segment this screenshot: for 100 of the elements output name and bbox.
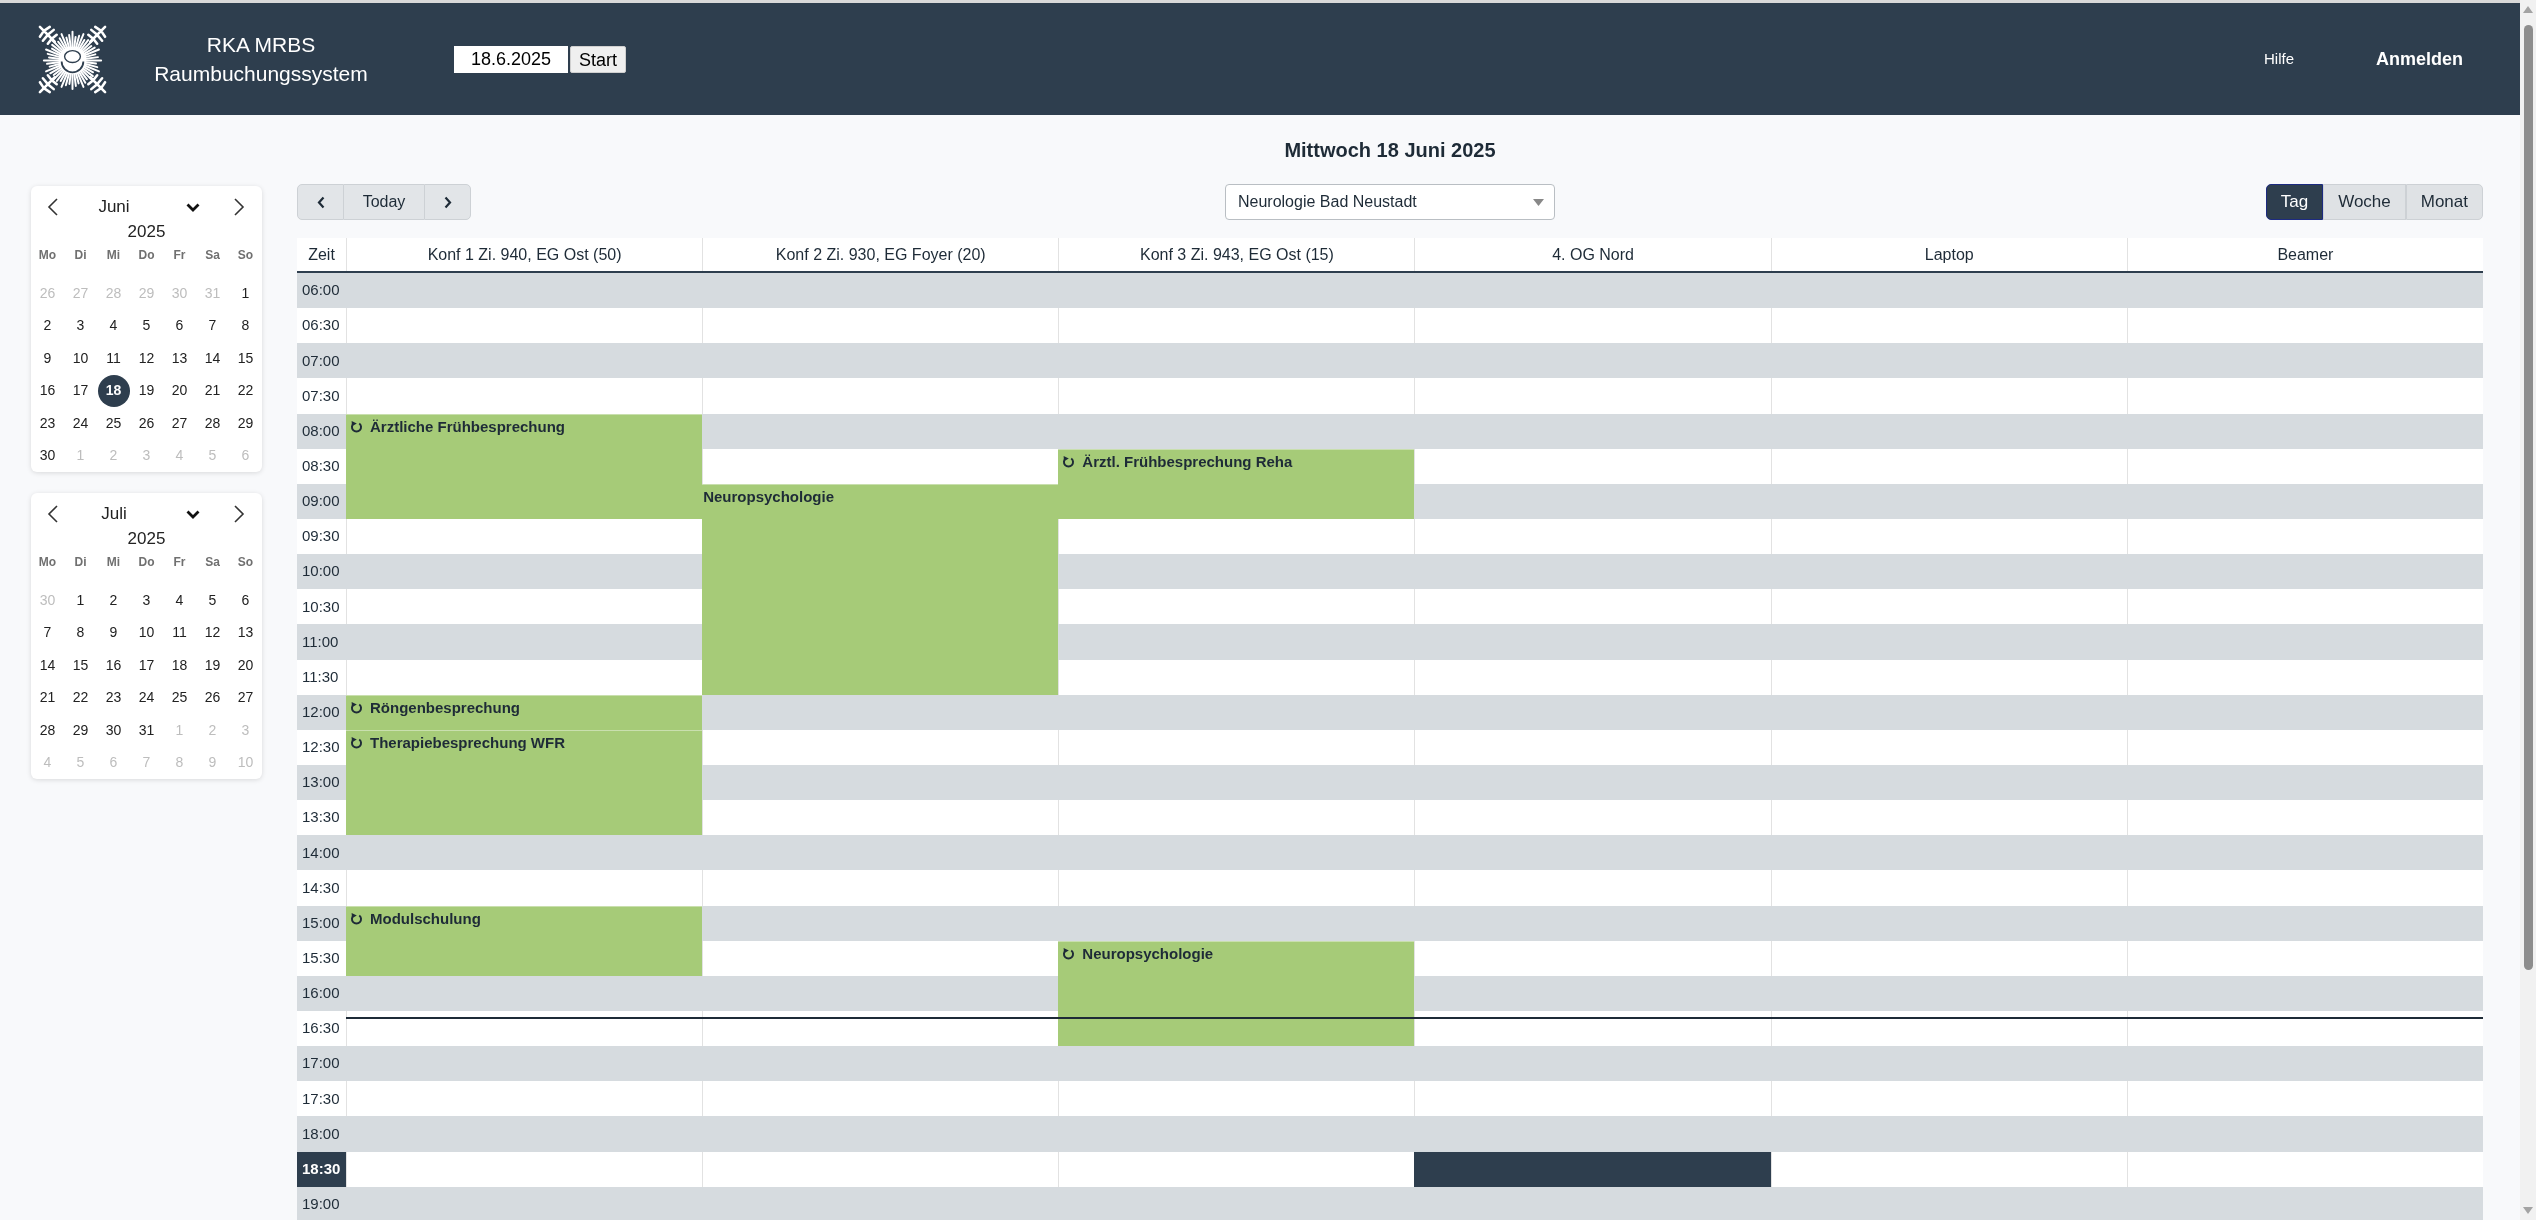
booking[interactable]: Ärztl. Frühbesprechung Reha [1058,448,1415,519]
calendar-day[interactable]: 21 [31,681,64,714]
calendar-day[interactable]: 9 [97,616,130,649]
calendar-day[interactable]: 22 [229,374,262,407]
calendar-day[interactable]: 5 [130,309,163,342]
calendar-day[interactable]: 18 [163,649,196,682]
calendar-day[interactable]: 12 [130,342,163,375]
calendar-day[interactable]: 30 [31,439,64,472]
booking[interactable]: Therapiebesprechung WFR [346,729,703,836]
calendar-day[interactable]: 1 [229,277,262,310]
date-field[interactable]: 18.6.2025 [454,45,568,73]
calendar-day[interactable]: 23 [97,681,130,714]
calendar-day[interactable]: 10 [130,616,163,649]
calendar-day[interactable]: 17 [64,374,97,407]
calendar-day[interactable]: 2 [31,309,64,342]
view-tab[interactable]: Woche [2323,184,2406,220]
view-tab[interactable]: Monat [2405,184,2483,220]
calendar-day[interactable]: 24 [64,407,97,440]
weekday-label: Di [74,554,87,571]
column-header[interactable]: 4. OG Nord [1414,238,1771,271]
next-day-button[interactable] [424,184,471,220]
highlighted-slot[interactable] [1414,1151,1771,1187]
weekday-label: Do [138,554,155,571]
calendar-day[interactable]: 29 [229,407,262,440]
today-button[interactable]: Today [344,184,424,220]
calendar-day[interactable]: 12 [196,616,229,649]
calendar-day[interactable]: 7 [31,616,64,649]
chevron-right-icon[interactable] [233,504,245,524]
calendar-day[interactable]: 1 [64,584,97,617]
calendar-day[interactable]: 26 [130,407,163,440]
calendar-day[interactable]: 4 [97,309,130,342]
calendar-day[interactable]: 8 [229,309,262,342]
scrollbar-thumb[interactable] [2523,25,2533,970]
calendar-day[interactable]: 15 [229,342,262,375]
column-header[interactable]: Beamer [2126,238,2483,271]
calendar-day[interactable]: 25 [163,681,196,714]
calendar-day[interactable]: 19 [130,374,163,407]
calendar-day[interactable]: 5 [196,584,229,617]
chevron-right-icon[interactable] [233,197,245,217]
calendar-day[interactable]: 25 [97,407,130,440]
area-select[interactable]: Neurologie Bad Neustadt [1225,184,1555,220]
arrow-up-icon[interactable] [2523,6,2533,13]
calendar-day[interactable]: 6 [163,309,196,342]
column-header[interactable]: Konf 1 Zi. 940, EG Ost (50) [346,238,703,271]
scrollbar[interactable] [2520,0,2536,1220]
start-button[interactable]: Start [570,45,626,73]
calendar-day[interactable]: 20 [163,374,196,407]
weekday-label: Mi [106,554,121,571]
previous-day-button[interactable] [297,184,344,220]
booking[interactable]: Röngenbesprechung [346,694,703,730]
calendar-day[interactable]: 30 [97,714,130,747]
calendar-day[interactable]: 13 [163,342,196,375]
calendar-day[interactable]: 13 [229,616,262,649]
month-select[interactable]: Juli [58,501,202,527]
calendar-day[interactable]: 27 [229,681,262,714]
help-link[interactable]: Hilfe [2263,47,2294,71]
calendar-day[interactable]: 21 [196,374,229,407]
calendar-day[interactable]: 14 [31,649,64,682]
calendar-day[interactable]: 24 [130,681,163,714]
calendar-day[interactable]: 3 [64,309,97,342]
booking[interactable]: Modulschulung [346,905,703,976]
calendar-day[interactable]: 2 [97,584,130,617]
calendar-day[interactable]: 23 [31,407,64,440]
month-select[interactable]: Juni [58,194,202,220]
calendar-day[interactable]: 4 [163,584,196,617]
calendar-day[interactable]: 7 [196,309,229,342]
booking[interactable]: Neuropsychologie [702,483,1059,695]
calendar-day[interactable]: 10 [64,342,97,375]
calendar-day[interactable]: 9 [31,342,64,375]
column-header[interactable]: Laptop [1770,238,2127,271]
chevron-left-icon[interactable] [47,504,59,524]
calendar-day[interactable]: 26 [196,681,229,714]
calendar-day[interactable]: 3 [130,584,163,617]
calendar-day[interactable]: 22 [64,681,97,714]
calendar-day[interactable]: 20 [229,649,262,682]
calendar-day[interactable]: 27 [163,407,196,440]
calendar-day[interactable]: 15 [64,649,97,682]
chevron-left-icon[interactable] [47,197,59,217]
login-link[interactable]: Anmelden [2376,45,2463,73]
calendar-day[interactable]: 18 [97,374,130,407]
column-header[interactable]: Konf 2 Zi. 930, EG Foyer (20) [702,238,1059,271]
calendar-day[interactable]: 11 [163,616,196,649]
column-header[interactable]: Konf 3 Zi. 943, EG Ost (15) [1058,238,1415,271]
calendar-day[interactable]: 19 [196,649,229,682]
booking[interactable]: Neuropsychologie [1058,940,1415,1047]
calendar-day[interactable]: 16 [31,374,64,407]
view-tab[interactable]: Tag [2265,184,2324,220]
calendar-day[interactable]: 11 [97,342,130,375]
calendar-day[interactable]: 31 [130,714,163,747]
calendar-day[interactable]: 17 [130,649,163,682]
calendar-day[interactable]: 28 [31,714,64,747]
calendar-day[interactable]: 6 [229,584,262,617]
calendar-day[interactable]: 29 [64,714,97,747]
calendar-day[interactable]: 28 [196,407,229,440]
arrow-down-icon[interactable] [2523,1207,2533,1214]
calendar-day[interactable]: 16 [97,649,130,682]
booking[interactable]: Ärztliche Frühbesprechung [346,413,703,519]
calendar-day[interactable]: 8 [64,616,97,649]
calendar-day[interactable]: 14 [196,342,229,375]
weekday-label: So [237,554,254,571]
